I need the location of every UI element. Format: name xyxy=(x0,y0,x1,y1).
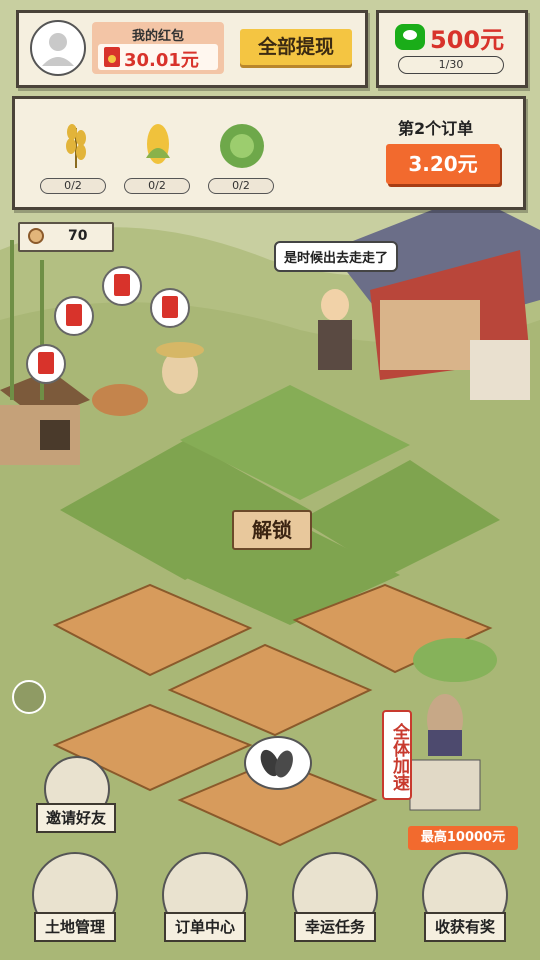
seed-bubble[interactable] xyxy=(244,736,312,790)
red-packet-amount: 30.01元 xyxy=(124,50,199,71)
red-envelope-bubble[interactable] xyxy=(26,344,66,384)
harvest-reward-button[interactable]: 收获有奖 xyxy=(424,912,506,942)
wechat-progress: 1/30 xyxy=(398,56,504,74)
wechat-icon xyxy=(395,24,425,50)
max-reward-badge: 最高10000元 xyxy=(408,826,518,850)
coin-counter: 70 xyxy=(18,222,114,252)
speedup-button[interactable]: 全体加速 xyxy=(382,710,412,800)
avatar[interactable] xyxy=(30,20,86,76)
red-envelope-bubble[interactable] xyxy=(54,296,94,336)
npc-speech-bubble: 是时候出去走走了 xyxy=(274,241,399,272)
wheat-count: 0/2 xyxy=(40,178,106,194)
coin-count: 70 xyxy=(68,228,88,244)
corn-icon xyxy=(136,118,180,170)
red-packet-amount-box: 30.01元 xyxy=(98,44,218,71)
order-title: 第2个订单 xyxy=(398,119,474,138)
land-management-button[interactable]: 土地管理 xyxy=(34,912,116,942)
withdraw-all-button[interactable]: 全部提现 xyxy=(240,29,352,65)
cabbage-count: 0/2 xyxy=(208,178,274,194)
coin-icon xyxy=(28,228,44,244)
order-center-button[interactable]: 订单中心 xyxy=(164,912,246,942)
user-icon xyxy=(42,33,74,66)
unlock-sign[interactable]: 解锁 xyxy=(232,510,312,550)
red-envelope-bubble[interactable] xyxy=(102,266,142,306)
corn-count: 0/2 xyxy=(124,178,190,194)
invite-friends-label[interactable]: 邀请好友 xyxy=(36,803,116,833)
red-packet-title: 我的红包 xyxy=(131,29,184,44)
wheat-icon xyxy=(54,118,98,170)
lucky-tasks-button[interactable]: 幸运任务 xyxy=(294,912,376,942)
sunflower-seed-icon xyxy=(260,749,293,778)
red-envelope-icon xyxy=(104,47,120,67)
rotate-icon[interactable] xyxy=(12,680,46,714)
order-reward-button[interactable]: 3.20元 xyxy=(386,144,500,184)
red-packet-balance: 我的红包 30.01元 xyxy=(92,22,224,74)
wechat-reward-amount: 500元 xyxy=(430,26,505,54)
cabbage-icon xyxy=(214,118,264,170)
red-envelope-bubble[interactable] xyxy=(150,288,190,328)
